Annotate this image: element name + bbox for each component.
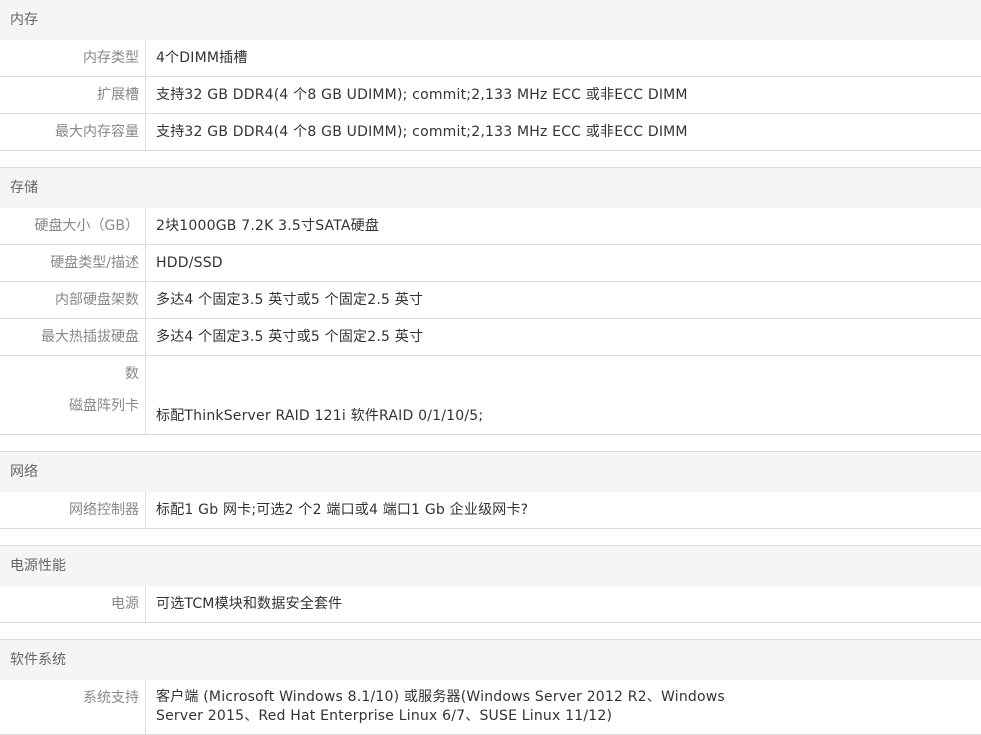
spec-label: 硬盘类型/描述 xyxy=(0,245,146,281)
spec-label: 内存类型 xyxy=(0,40,146,76)
spec-label: 最大内存容量 xyxy=(0,114,146,150)
spec-row: 网络控制器 标配1 Gb 网卡;可选2 个2 端口或4 端口1 Gb 企业级网卡… xyxy=(0,492,981,528)
spec-value: 多达4 个固定3.5 英寸或5 个固定2.5 英寸 xyxy=(156,329,424,345)
spec-row: 扩展槽 支持32 GB DDR4(4 个8 GB UDIMM); commit;… xyxy=(0,77,981,114)
spec-label-line: 磁盘阵列卡 xyxy=(69,398,139,414)
spec-value: 可选TCM模块和数据安全套件 xyxy=(156,596,343,612)
spec-value: 客户端 (Microsoft Windows 8.1/10) 或服务器(Wind… xyxy=(156,689,725,724)
spec-row: 数 磁盘阵列卡 标配ThinkServer RAID 121i 软件RAID 0… xyxy=(0,356,981,434)
spec-label: 最大热插拔硬盘 xyxy=(0,319,146,355)
spec-row: 最大热插拔硬盘 多达4 个固定3.5 英寸或5 个固定2.5 英寸 xyxy=(0,319,981,356)
spec-row: 最大内存容量 支持32 GB DDR4(4 个8 GB UDIMM); comm… xyxy=(0,114,981,150)
section-memory: 内存 内存类型 4个DIMM插槽 扩展槽 支持32 GB DDR4(4 个8 G… xyxy=(0,0,981,151)
spec-label: 数 磁盘阵列卡 xyxy=(0,356,146,434)
section-title: 电源性能 xyxy=(0,546,981,586)
spec-value: 支持32 GB DDR4(4 个8 GB UDIMM); commit;2,13… xyxy=(156,87,688,103)
spec-label-line: 数 xyxy=(125,366,139,382)
spec-value: 2块1000GB 7.2K 3.5寸SATA硬盘 xyxy=(156,218,380,234)
spec-value: 标配ThinkServer RAID 121i 软件RAID 0/1/10/5; xyxy=(156,408,484,424)
spec-label: 扩展槽 xyxy=(0,77,146,113)
spec-label: 硬盘大小（GB） xyxy=(0,208,146,244)
spec-row: 系统支持 客户端 (Microsoft Windows 8.1/10) 或服务器… xyxy=(0,680,981,734)
section-storage: 存储 硬盘大小（GB） 2块1000GB 7.2K 3.5寸SATA硬盘 硬盘类… xyxy=(0,167,981,435)
spec-label: 电源 xyxy=(0,586,146,622)
section-software: 软件系统 系统支持 客户端 (Microsoft Windows 8.1/10)… xyxy=(0,639,981,735)
spec-value: 支持32 GB DDR4(4 个8 GB UDIMM); commit;2,13… xyxy=(156,124,688,140)
spec-row: 硬盘类型/描述 HDD/SSD xyxy=(0,245,981,282)
spec-value: HDD/SSD xyxy=(156,255,223,271)
spec-label: 系统支持 xyxy=(0,680,146,734)
spec-row: 内存类型 4个DIMM插槽 xyxy=(0,40,981,77)
spec-row: 硬盘大小（GB） 2块1000GB 7.2K 3.5寸SATA硬盘 xyxy=(0,208,981,245)
section-network: 网络 网络控制器 标配1 Gb 网卡;可选2 个2 端口或4 端口1 Gb 企业… xyxy=(0,451,981,529)
spec-value: 4个DIMM插槽 xyxy=(156,50,248,66)
spec-value: 标配1 Gb 网卡;可选2 个2 端口或4 端口1 Gb 企业级网卡? xyxy=(156,502,529,518)
section-title: 存储 xyxy=(0,168,981,208)
section-power: 电源性能 电源 可选TCM模块和数据安全套件 xyxy=(0,545,981,623)
spec-value: 多达4 个固定3.5 英寸或5 个固定2.5 英寸 xyxy=(156,292,424,308)
spec-table: 内存 内存类型 4个DIMM插槽 扩展槽 支持32 GB DDR4(4 个8 G… xyxy=(0,0,981,735)
section-title: 内存 xyxy=(0,0,981,40)
section-title: 软件系统 xyxy=(0,640,981,680)
section-title: 网络 xyxy=(0,452,981,492)
spec-row: 电源 可选TCM模块和数据安全套件 xyxy=(0,586,981,622)
spec-row: 内部硬盘架数 多达4 个固定3.5 英寸或5 个固定2.5 英寸 xyxy=(0,282,981,319)
spec-label: 内部硬盘架数 xyxy=(0,282,146,318)
spec-label: 网络控制器 xyxy=(0,492,146,528)
